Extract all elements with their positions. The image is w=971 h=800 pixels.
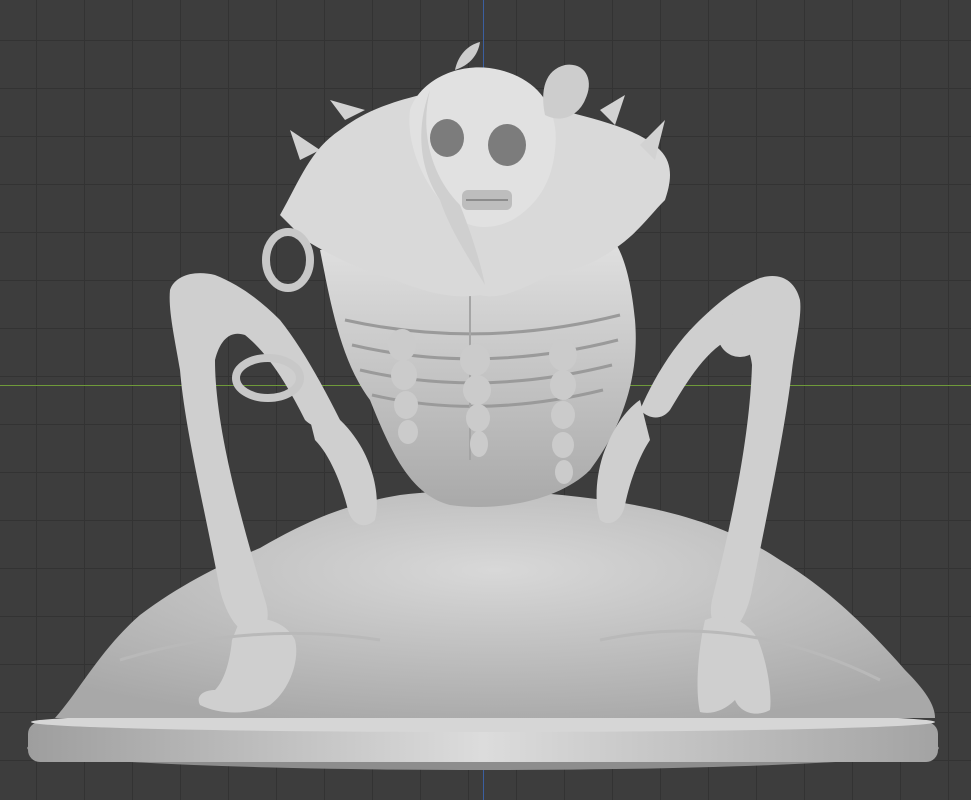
- sculpt-model[interactable]: [0, 0, 971, 800]
- 3d-viewport[interactable]: [0, 0, 971, 800]
- base-disk: [27, 712, 939, 770]
- rock-mound: [55, 490, 935, 718]
